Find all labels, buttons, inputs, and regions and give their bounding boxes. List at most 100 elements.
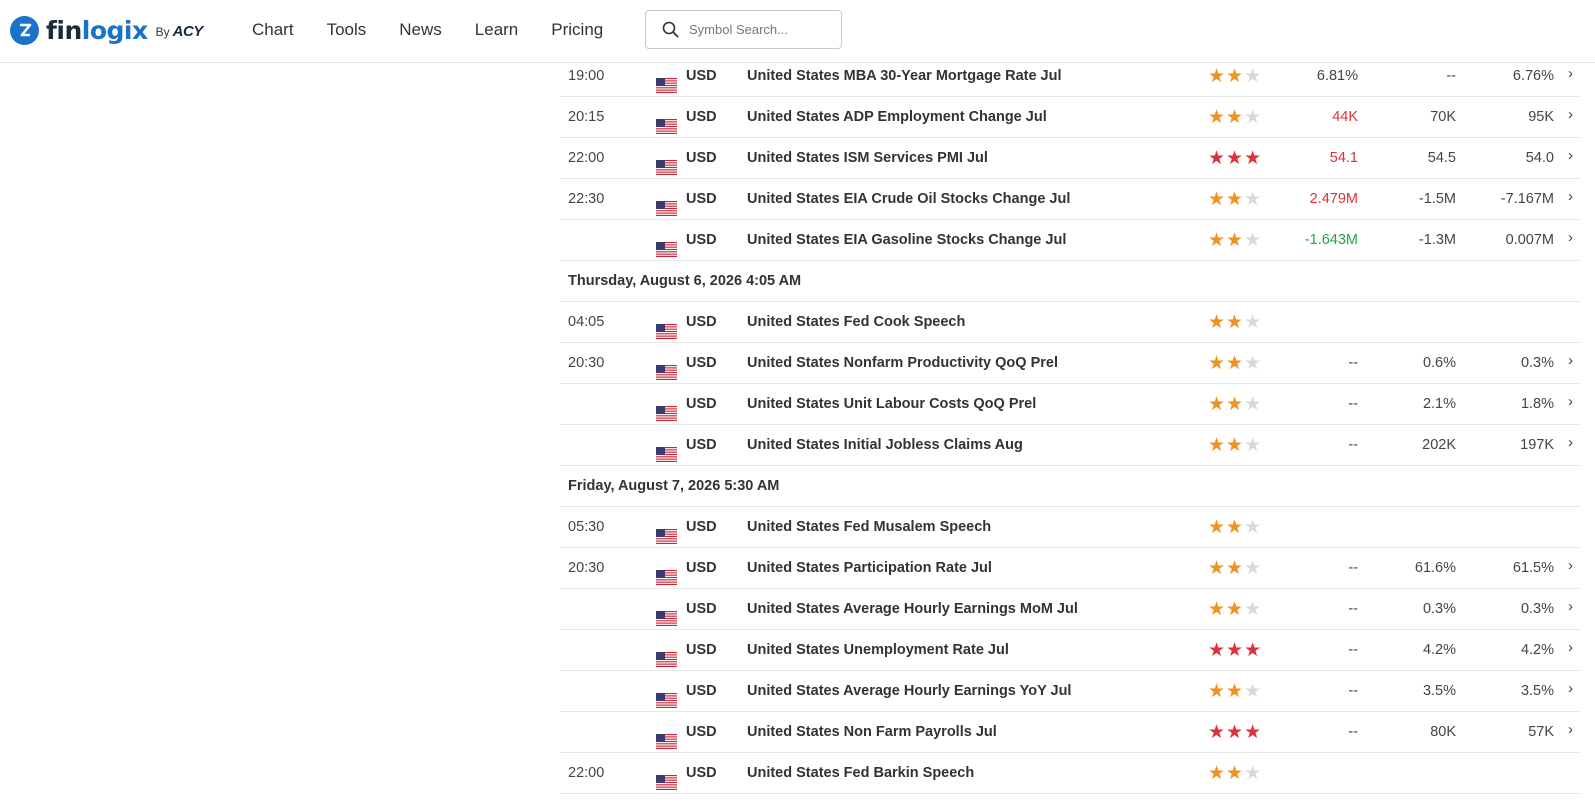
event-actual: -- (1348, 642, 1358, 658)
event-title[interactable]: United States MBA 30-Year Mortgage Rate … (747, 56, 1062, 97)
chevron-right-icon[interactable]: › (1568, 671, 1573, 707)
us-flag-icon (656, 315, 677, 339)
nav-pricing[interactable]: Pricing (551, 20, 603, 40)
star-icon: ★ (1226, 66, 1244, 87)
event-currency: USD (686, 232, 717, 248)
date-group-header: Thursday, August 6, 2026 4:05 AM (560, 261, 1580, 302)
event-row[interactable]: 04:05 USD United States Fed Cook Speech ★ ★ ★ (560, 302, 1580, 343)
chevron-right-icon[interactable]: › (1568, 343, 1573, 379)
chevron-right-icon[interactable]: › (1568, 425, 1573, 461)
event-actual: -1.643M (1304, 232, 1358, 248)
chevron-right-icon[interactable]: › (1568, 97, 1573, 133)
event-time: 20:30 (568, 355, 605, 371)
event-title[interactable]: United States EIA Crude Oil Stocks Chang… (747, 179, 1070, 220)
impact-stars: ★ ★ ★ (1208, 138, 1262, 179)
symbol-search-box[interactable] (645, 10, 842, 49)
event-row[interactable]: 22:30 USD United States EIA Crude Oil Stoc… (560, 179, 1580, 220)
event-time: 20:15 (568, 109, 605, 125)
event-row[interactable]: 19:00 USD United States MBA 30-Year Mortga… (560, 56, 1580, 97)
event-row[interactable]: USD United States Unit Labour Costs QoQ P… (560, 384, 1580, 425)
event-title[interactable]: United States Unit Labour Costs QoQ Prel (747, 384, 1036, 425)
star-icon: ★ (1244, 763, 1262, 784)
event-row[interactable]: 20:30 USD United States Nonfarm Productivi… (560, 343, 1580, 384)
event-currency: USD (686, 150, 717, 166)
chevron-right-icon[interactable]: › (1568, 548, 1573, 584)
event-title[interactable]: United States Unemployment Rate Jul (747, 630, 1009, 671)
nav-tools[interactable]: Tools (327, 20, 367, 40)
us-flag-icon (656, 561, 677, 585)
event-title[interactable]: United States EIA Gasoline Stocks Change… (747, 220, 1066, 261)
event-title[interactable]: United States Fed Musalem Speech (747, 507, 991, 548)
event-row[interactable]: 20:15 USD United States ADP Employment Cha… (560, 97, 1580, 138)
finlogix-logo[interactable]: finlogix By ACY (10, 13, 203, 47)
us-flag-icon (656, 192, 677, 216)
star-icon: ★ (1226, 681, 1244, 702)
event-row[interactable]: 20:30 USD United States Participation Rate… (560, 548, 1580, 589)
event-title[interactable]: United States Fed Cook Speech (747, 302, 965, 343)
event-previous: 0.3% (1520, 355, 1554, 371)
star-icon: ★ (1244, 681, 1262, 702)
event-title[interactable]: United States ADP Employment Change Jul (747, 97, 1047, 138)
chevron-right-icon[interactable]: › (1568, 630, 1573, 666)
event-title[interactable]: United States Participation Rate Jul (747, 548, 992, 589)
chevron-right-icon[interactable]: › (1568, 56, 1573, 92)
nav-news[interactable]: News (399, 20, 442, 40)
event-row[interactable]: 05:30 USD United States Fed Musalem Speech… (560, 507, 1580, 548)
chevron-right-icon[interactable]: › (1568, 589, 1573, 625)
event-previous: 1.8% (1520, 396, 1554, 412)
chevron-right-icon[interactable]: › (1568, 138, 1573, 174)
impact-stars: ★ ★ ★ (1208, 548, 1262, 589)
event-time: 22:30 (568, 191, 605, 207)
event-currency: USD (686, 683, 717, 699)
event-row[interactable]: 22:00 USD United States ISM Services PMI J… (560, 138, 1580, 179)
chevron-right-icon[interactable]: › (1568, 384, 1573, 420)
event-row[interactable]: USD United States Non Farm Payrolls Jul ★ ★… (560, 712, 1580, 753)
event-forecast: 0.3% (1422, 601, 1456, 617)
star-icon: ★ (1244, 148, 1262, 169)
event-title[interactable]: United States Nonfarm Productivity QoQ P… (747, 343, 1058, 384)
event-forecast: 80K (1430, 724, 1456, 740)
event-title[interactable]: United States Average Hourly Earnings Mo… (747, 589, 1078, 630)
event-row[interactable]: USD United States Initial Jobless Claims … (560, 425, 1580, 466)
chevron-right-icon[interactable]: › (1568, 220, 1573, 256)
event-title[interactable]: United States Fed Barkin Speech (747, 753, 974, 794)
star-icon: ★ (1208, 722, 1226, 743)
impact-stars: ★ ★ ★ (1208, 220, 1262, 261)
logo-acy: ACY (172, 22, 204, 40)
event-title[interactable]: United States Non Farm Payrolls Jul (747, 712, 997, 753)
economic-calendar-table: 19:00 USD United States MBA 30-Year Mortga… (560, 56, 1580, 794)
impact-stars: ★ ★ ★ (1208, 425, 1262, 466)
event-previous: 0.3% (1520, 601, 1554, 617)
event-title[interactable]: United States Initial Jobless Claims Aug (747, 425, 1023, 466)
event-row[interactable]: USD United States EIA Gasoline Stocks Cha… (560, 220, 1580, 261)
event-time: 22:00 (568, 765, 605, 781)
chevron-right-icon[interactable]: › (1568, 712, 1573, 748)
event-time: 05:30 (568, 519, 605, 535)
top-header: finlogix By ACY Chart Tools News Learn P… (0, 0, 1595, 63)
nav-chart[interactable]: Chart (252, 20, 294, 40)
event-title[interactable]: United States ISM Services PMI Jul (747, 138, 988, 179)
star-icon: ★ (1244, 722, 1262, 743)
us-flag-icon (656, 69, 677, 93)
event-previous: 54.0 (1525, 150, 1554, 166)
event-row[interactable]: 22:00 USD United States Fed Barkin Speech ★… (560, 753, 1580, 794)
star-icon: ★ (1226, 107, 1244, 128)
star-icon: ★ (1244, 107, 1262, 128)
star-icon: ★ (1244, 189, 1262, 210)
nav-learn[interactable]: Learn (475, 20, 518, 40)
impact-stars: ★ ★ ★ (1208, 671, 1262, 712)
symbol-search-input[interactable] (687, 21, 831, 38)
star-icon: ★ (1244, 640, 1262, 661)
star-icon: ★ (1208, 599, 1226, 620)
chevron-right-icon[interactable]: › (1568, 179, 1573, 215)
event-title[interactable]: United States Average Hourly Earnings Yo… (747, 671, 1071, 712)
star-icon: ★ (1208, 230, 1226, 251)
event-row[interactable]: USD United States Average Hourly Earnings… (560, 671, 1580, 712)
star-icon: ★ (1244, 230, 1262, 251)
impact-stars: ★ ★ ★ (1208, 302, 1262, 343)
event-forecast: -1.5M (1418, 191, 1456, 207)
event-row[interactable]: USD United States Average Hourly Earnings… (560, 589, 1580, 630)
event-forecast: -1.3M (1418, 232, 1456, 248)
event-row[interactable]: USD United States Unemployment Rate Jul ★ ★… (560, 630, 1580, 671)
event-forecast: -- (1446, 68, 1456, 84)
